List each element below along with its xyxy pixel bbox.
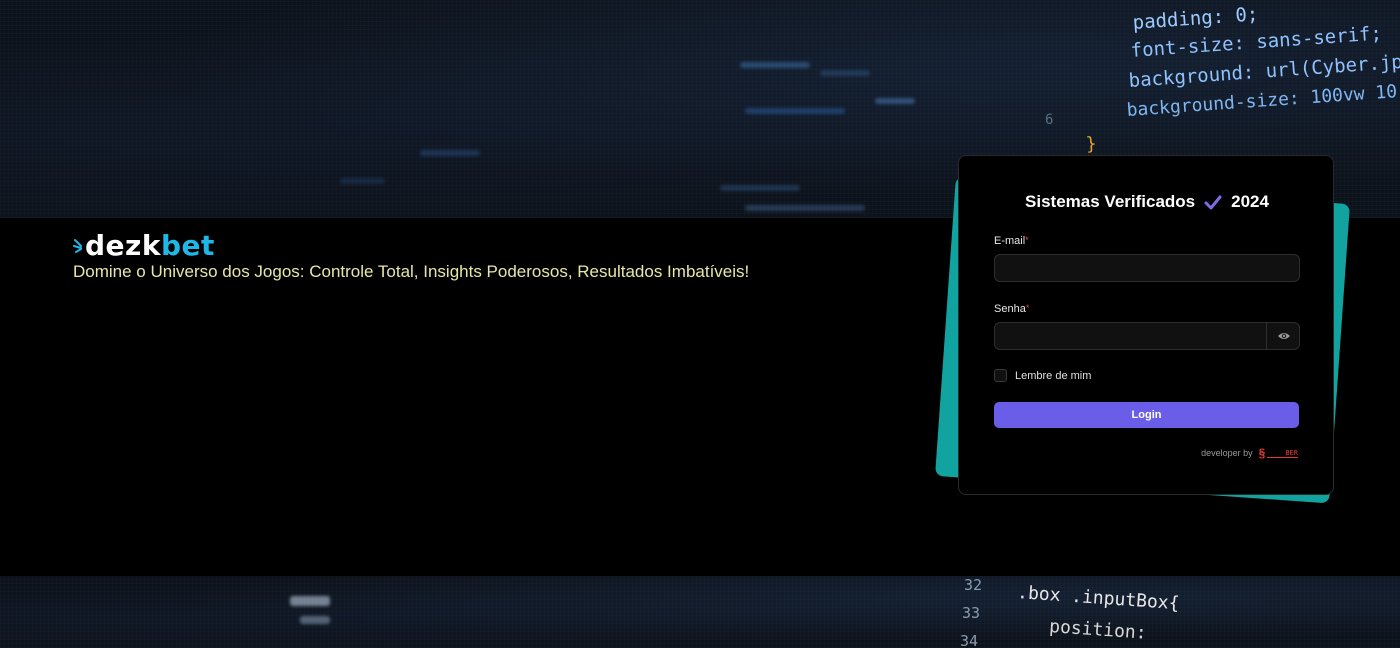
blur-code	[720, 185, 800, 191]
logo-part-1: dezk	[85, 229, 161, 262]
developer-text: developer by	[1201, 448, 1253, 458]
remember-me-checkbox[interactable]	[994, 369, 1007, 382]
blur-code	[745, 108, 845, 114]
background-image-bottom: 32 33 34 .box .inputBox{ position:	[0, 576, 1400, 648]
blur-code	[820, 70, 870, 76]
blur-code	[340, 178, 385, 184]
code-text: .box .inputBox{	[1016, 582, 1181, 615]
blur-code	[740, 62, 810, 68]
line-number: 32	[964, 576, 983, 594]
email-field[interactable]	[994, 254, 1300, 282]
blur-code	[745, 205, 865, 211]
card-title: Sistemas Verificados 2024	[959, 192, 1335, 212]
developer-credit: developer by § BER	[1201, 446, 1298, 460]
blur-code	[420, 150, 480, 156]
remember-me-label: Lembre de mim	[1015, 369, 1092, 382]
blur-code	[300, 616, 330, 624]
logo-text: dezkbet	[85, 230, 215, 262]
brand-logo: dezkbet	[73, 230, 215, 262]
logo-part-2: bet	[160, 229, 215, 262]
remember-me[interactable]: Lembre de mim	[994, 369, 1091, 382]
required-mark: *	[1025, 303, 1030, 313]
password-field[interactable]	[994, 322, 1300, 350]
card-title-year: 2024	[1231, 192, 1269, 211]
required-mark: *	[1025, 235, 1029, 245]
developer-logo-icon: §	[1258, 446, 1266, 460]
line-number: 6	[1045, 112, 1054, 128]
login-button[interactable]: Login	[994, 402, 1299, 428]
check-icon	[1204, 195, 1222, 210]
card-title-text: Sistemas Verificados	[1025, 192, 1196, 211]
blur-code	[875, 98, 915, 104]
line-number: 34	[960, 632, 979, 648]
blur-code	[290, 596, 330, 606]
password-label: Senha*	[994, 303, 1030, 315]
tagline: Domine o Universo dos Jogos: Controle To…	[73, 262, 750, 281]
code-text: padding: 0;	[1132, 3, 1260, 34]
line-number: 33	[962, 604, 981, 622]
developer-logo-text: BER	[1267, 449, 1298, 458]
toggle-password-button[interactable]	[1266, 322, 1300, 350]
login-card: Sistemas Verificados 2024 E-mail* Senha*…	[958, 155, 1334, 495]
code-text: position:	[1048, 616, 1148, 644]
developer-logo: § BER	[1259, 446, 1298, 460]
eye-icon	[1277, 333, 1290, 339]
code-text: }	[1085, 133, 1098, 155]
email-label: E-mail*	[994, 235, 1029, 247]
